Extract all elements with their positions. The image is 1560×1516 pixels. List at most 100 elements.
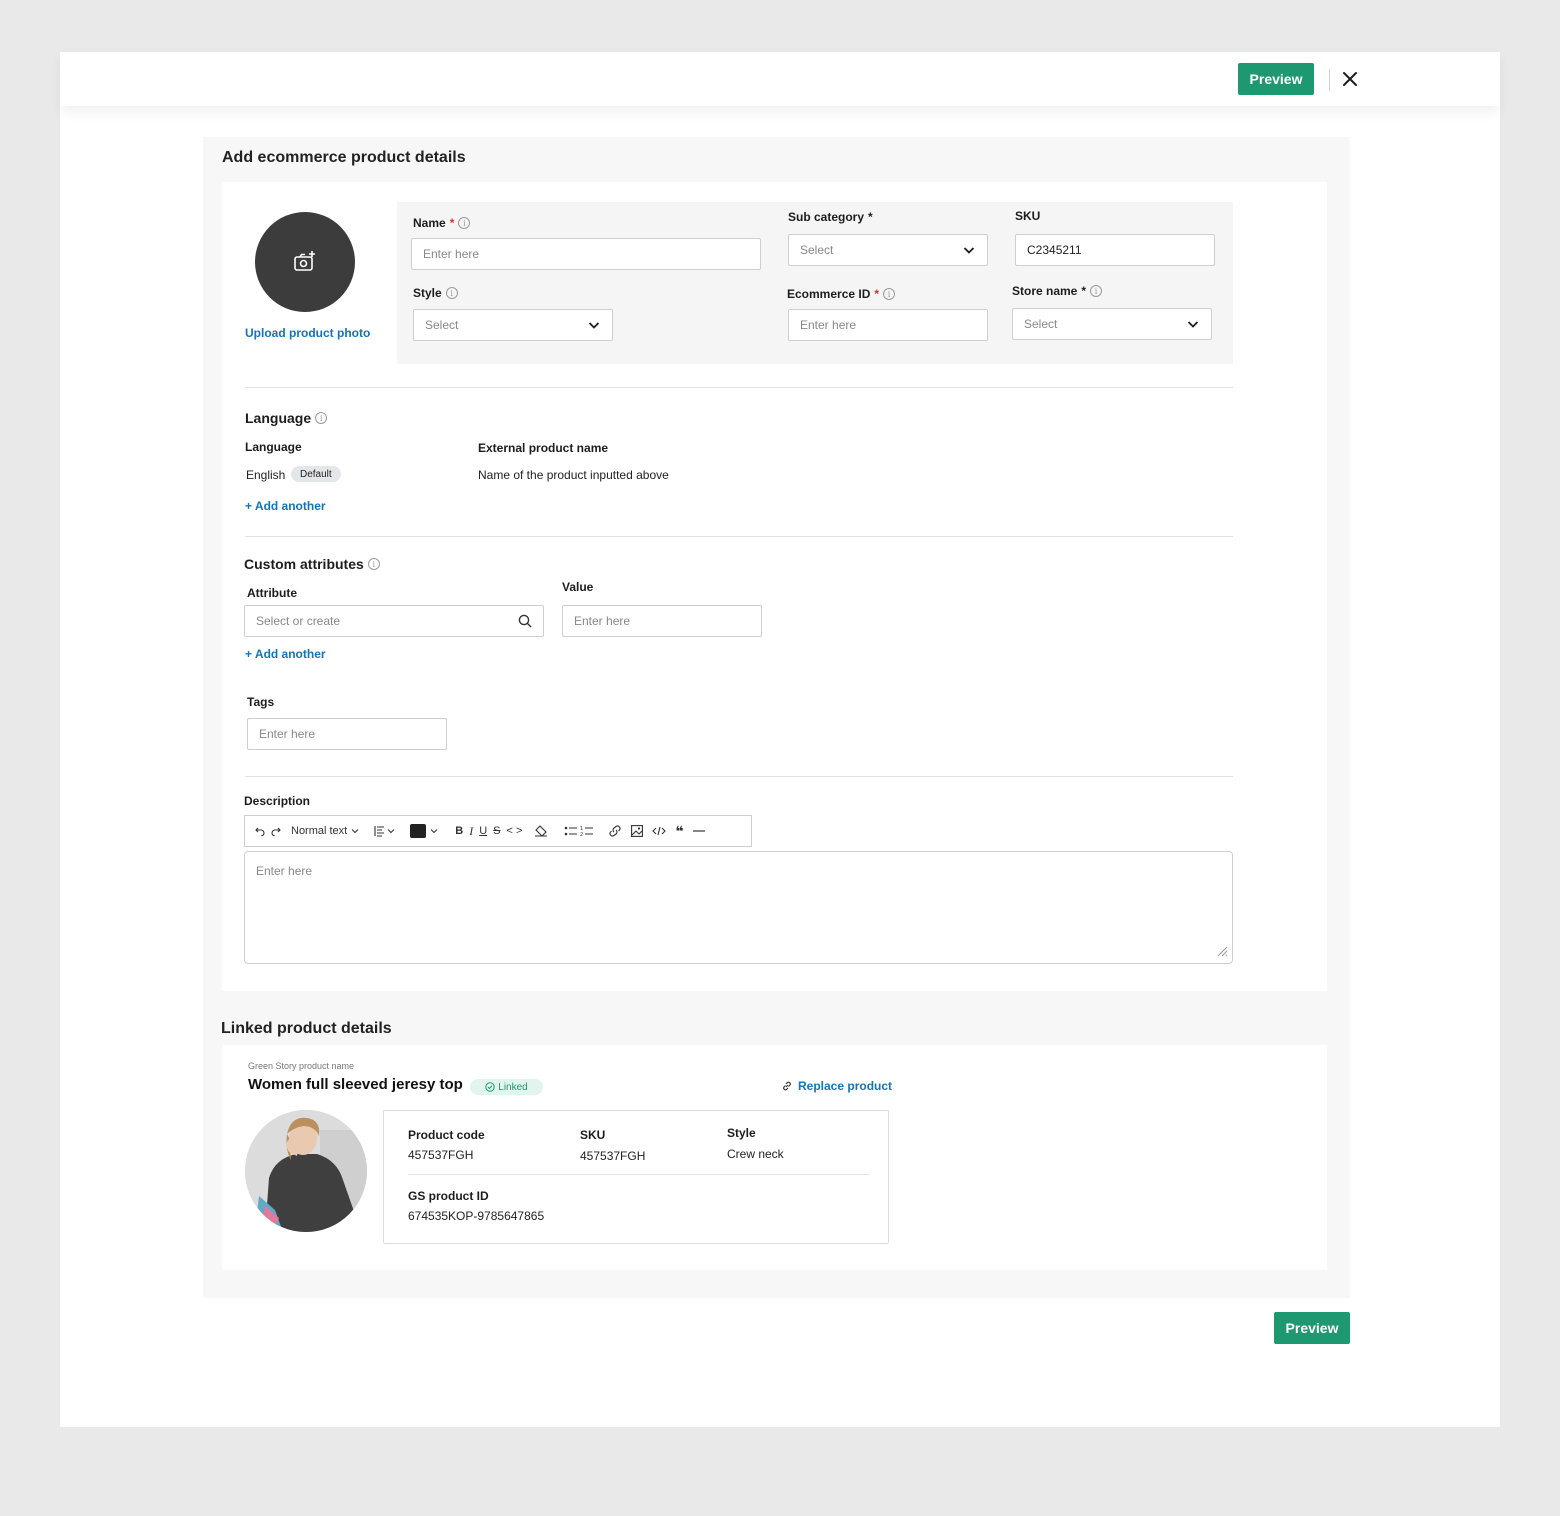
language-section-title: Language i [245,410,328,426]
description-placeholder: Enter here [256,864,313,878]
rich-text-toolbar: Normal text B I U S < > 12 ❝ [244,815,752,847]
replace-product-button[interactable]: Replace product [781,1079,892,1093]
quote-icon[interactable]: ❝ [675,821,683,841]
language-title-text: Language [245,410,312,426]
required-mark: * [1081,284,1087,298]
text-style-dropdown[interactable]: Normal text [291,821,360,841]
tags-input[interactable]: Enter here [247,718,447,750]
svg-text:2: 2 [580,832,583,837]
camera-add-icon [292,249,318,275]
italic-icon[interactable]: I [469,821,473,841]
linked-style-label: Style [727,1126,756,1140]
info-icon[interactable]: i [458,217,471,229]
linked-status-badge: Linked [470,1079,543,1095]
required-mark: * [449,216,455,230]
linked-product-card: Green Story product name Women full slee… [222,1045,1327,1270]
required-mark: * [874,287,880,301]
value-placeholder: Enter here [574,614,631,628]
divider [408,1174,869,1175]
link-icon[interactable] [608,821,622,841]
top-bar: Preview [60,52,1500,106]
store-name-value: Select [1024,317,1058,331]
ecommerce-id-label: Ecommerce ID * i [787,287,896,301]
description-textarea[interactable]: Enter here [244,851,1233,964]
linked-status-text: Linked [498,1081,528,1093]
external-name-value: Name of the product inputted above [478,468,669,482]
sub-category-label: Sub category * [788,210,873,224]
language-column-header: Language [245,440,302,454]
default-badge: Default [291,466,341,482]
info-icon[interactable]: i [315,412,328,424]
resize-handle-icon[interactable] [1216,945,1228,960]
linked-details-box: Product code 457537FGH SKU 457537FGH Sty… [383,1110,889,1244]
text-style-value: Normal text [291,825,348,837]
sub-category-select[interactable]: Select [788,234,988,266]
ecommerce-id-input[interactable]: Enter here [788,309,988,341]
horizontal-rule-icon[interactable] [692,821,705,841]
search-icon [518,614,532,628]
attribute-placeholder: Select or create [256,614,341,628]
language-value: English [246,468,286,482]
sub-category-label-text: Sub category [788,210,865,224]
image-icon[interactable] [631,821,644,841]
custom-attributes-title-text: Custom attributes [244,556,364,572]
preview-button-bottom[interactable]: Preview [1274,1312,1350,1344]
info-icon[interactable]: i [367,558,380,570]
align-dropdown-icon[interactable] [374,821,396,841]
add-attribute-link[interactable]: + Add another [245,647,326,661]
close-icon[interactable] [1340,69,1360,89]
gs-product-id-value: 674535KOP-9785647865 [408,1209,545,1223]
product-code-label: Product code [408,1128,485,1142]
link-icon [781,1080,793,1092]
page: Preview Add ecommerce product details Up… [60,52,1500,1427]
product-image [245,1110,367,1232]
external-name-column-header: External product name [478,441,609,455]
tags-placeholder: Enter here [259,727,316,741]
upload-photo-button[interactable] [255,212,355,312]
undo-icon[interactable] [255,821,265,841]
topbar-divider [1329,69,1330,91]
divider [245,776,1233,777]
text-color-picker[interactable] [410,821,439,841]
check-circle-icon [485,1082,495,1092]
inline-code-icon[interactable]: < > [507,821,523,841]
sku-label: SKU [1015,209,1041,223]
sku-value: C2345211 [1027,243,1082,257]
code-block-icon[interactable] [652,821,667,841]
style-value: Select [425,318,459,332]
name-label-text: Name [413,216,446,230]
form-title: Add ecommerce product details [222,149,466,166]
info-icon[interactable]: i [883,288,896,300]
linked-caption: Green Story product name [248,1061,355,1071]
attribute-search-input[interactable]: Select or create [244,605,544,637]
ecommerce-id-label-text: Ecommerce ID [787,287,871,301]
underline-icon[interactable]: U [479,821,487,841]
divider [245,387,1233,388]
bold-icon[interactable]: B [455,821,463,841]
preview-button-top[interactable]: Preview [1238,63,1314,95]
style-select[interactable]: Select [413,309,613,341]
style-label: Style i [413,286,458,300]
redo-icon[interactable] [271,821,281,841]
strikethrough-icon[interactable]: S [493,821,500,841]
name-placeholder: Enter here [423,247,480,261]
store-name-label-text: Store name [1012,284,1078,298]
required-mark: * [868,210,873,224]
clear-format-icon[interactable] [534,821,548,841]
store-name-select[interactable]: Select [1012,308,1212,340]
main-card: Add ecommerce product details Upload pro… [203,137,1350,1298]
linked-product-name: Women full sleeved jeresy top [248,1076,463,1093]
bullet-list-icon[interactable] [564,821,578,841]
name-input[interactable]: Enter here [411,238,761,270]
linked-sku-label: SKU [580,1128,606,1142]
info-icon[interactable]: i [445,287,458,299]
divider [245,536,1233,537]
sku-input[interactable]: C2345211 [1015,234,1215,266]
replace-product-label: Replace product [798,1079,893,1093]
attribute-value-input[interactable]: Enter here [562,605,762,637]
info-icon[interactable]: i [1090,285,1103,297]
chevron-down-icon [962,243,976,257]
add-language-link[interactable]: + Add another [245,499,326,513]
numbered-list-icon[interactable]: 12 [580,821,594,841]
upload-photo-link[interactable]: Upload product photo [245,326,370,340]
